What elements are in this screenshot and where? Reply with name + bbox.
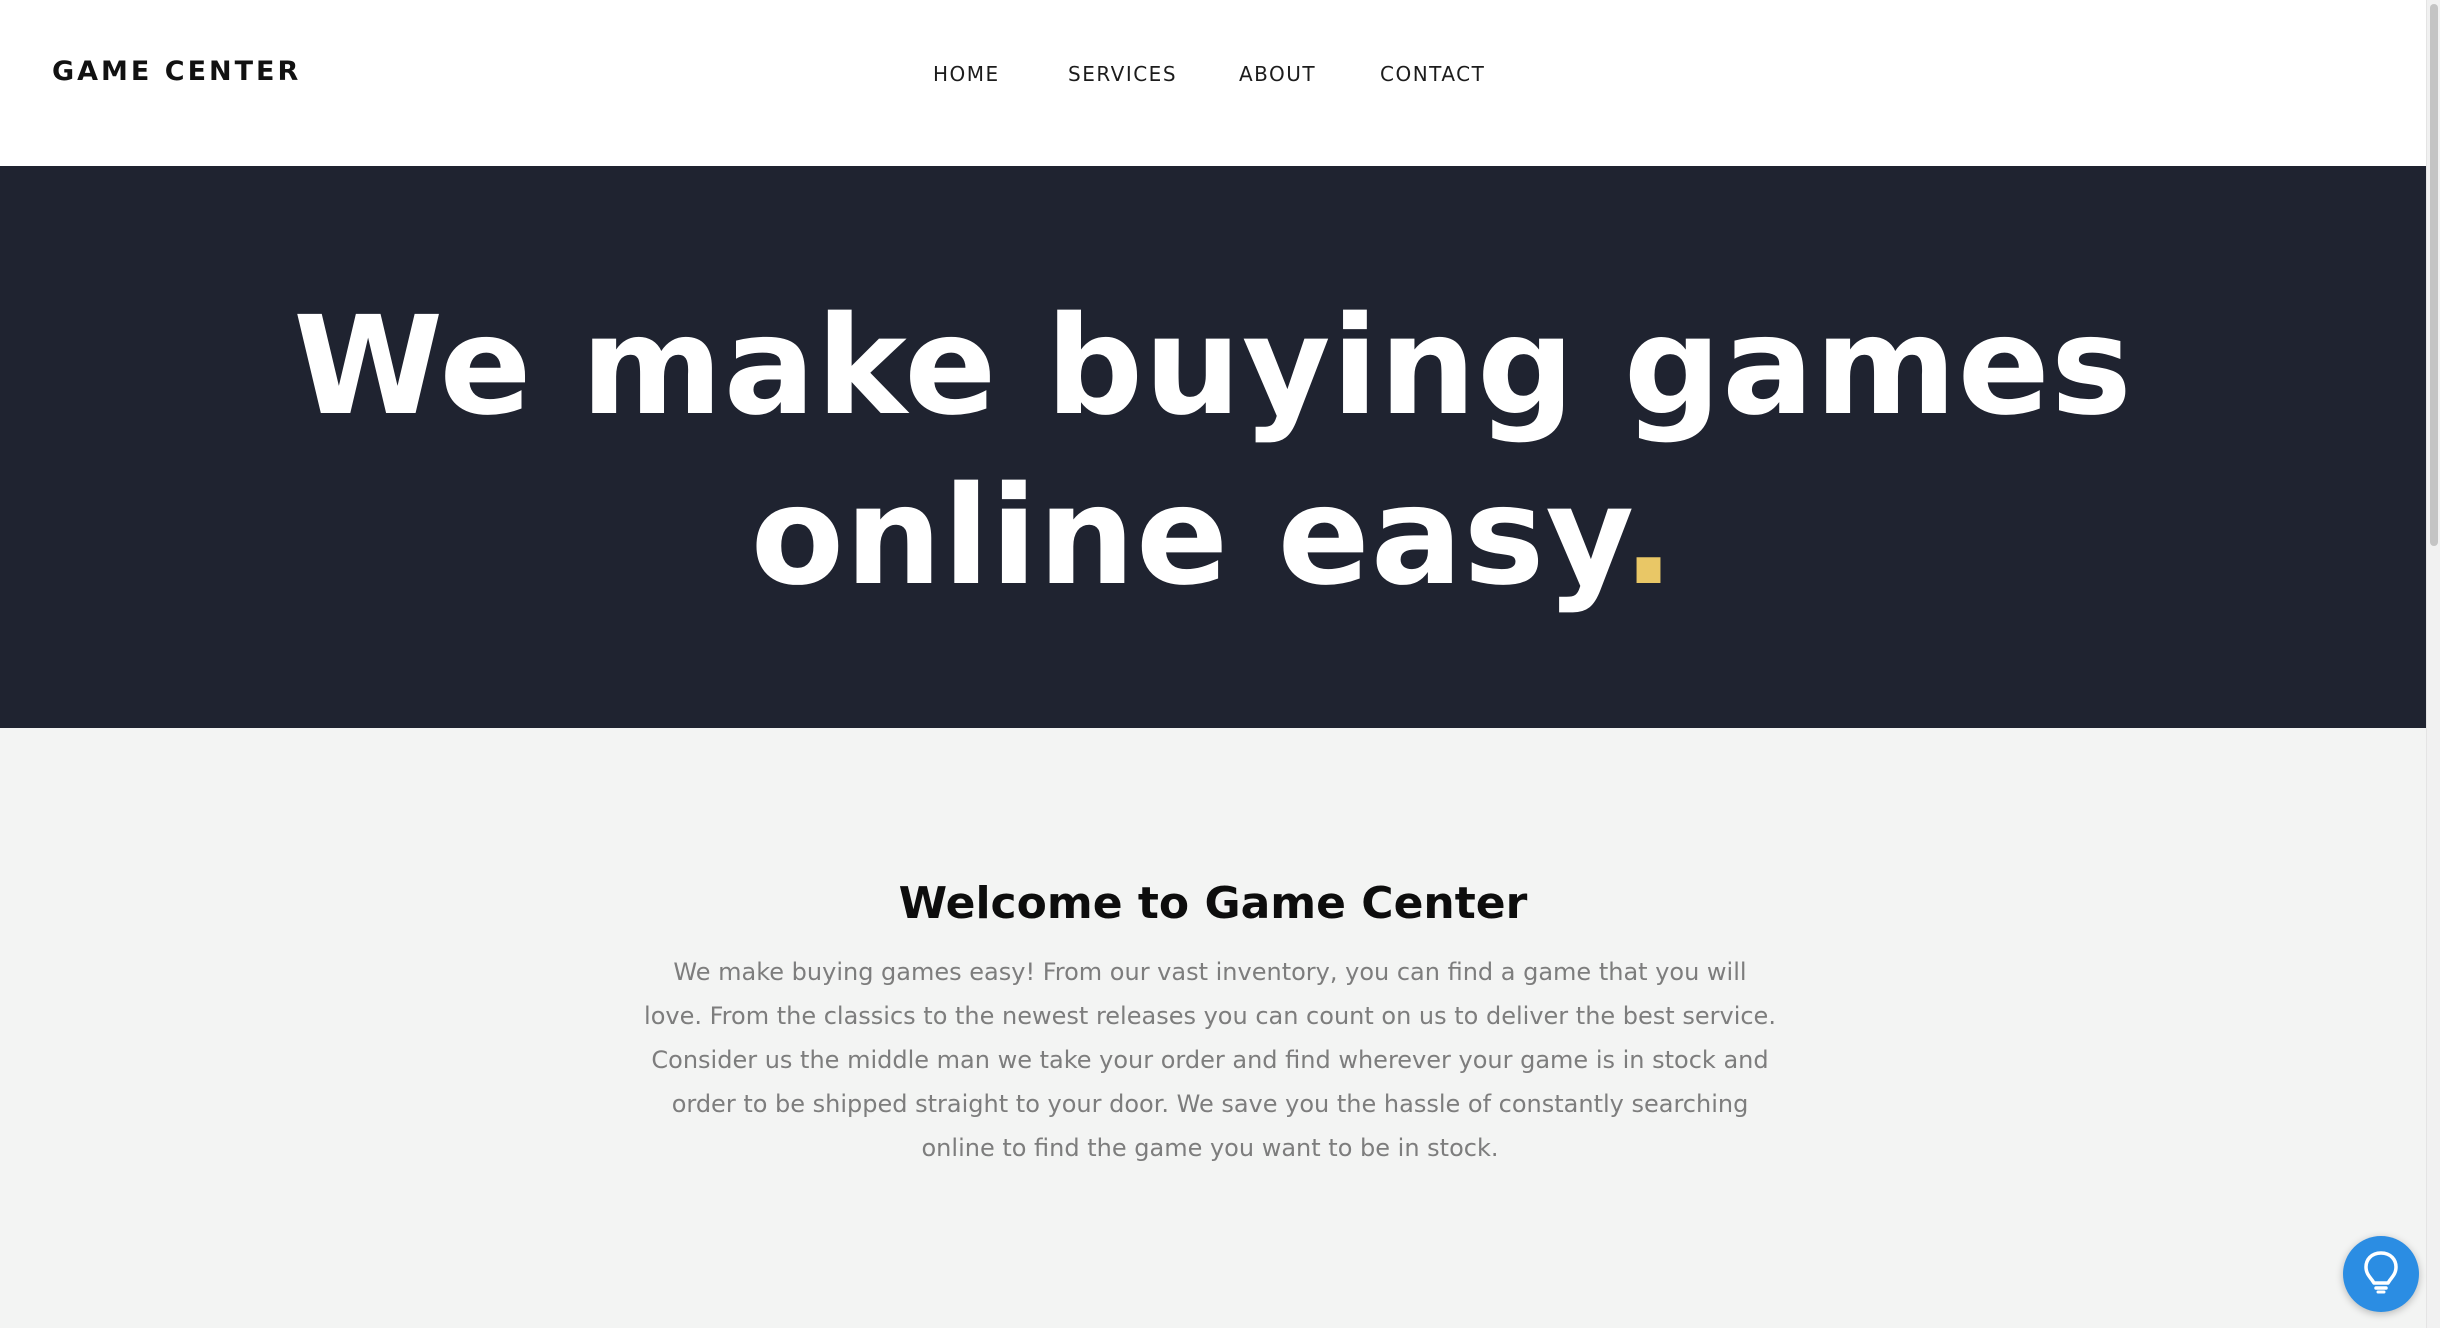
- welcome-description: We make buying games easy! From our vast…: [644, 958, 1776, 1162]
- scrollbar-thumb[interactable]: [2430, 4, 2438, 546]
- welcome-title: Welcome to Game Center: [898, 878, 1528, 929]
- hero-title-line-2: online easy.: [0, 452, 2426, 622]
- nav-about[interactable]: ABOUT: [1239, 58, 1316, 90]
- hero-title-line-1: We make buying games: [293, 288, 2133, 446]
- welcome-section: Welcome to Game Center We make buying ga…: [0, 728, 2426, 1328]
- help-chat-button[interactable]: [2343, 1236, 2419, 1312]
- hero-accent-dot: .: [1622, 458, 1676, 616]
- nav-home[interactable]: HOME: [933, 58, 1000, 90]
- page: GAME CENTER HOME SERVICES ABOUT CONTACT …: [0, 0, 2440, 1328]
- page-scrollbar[interactable]: [2426, 0, 2440, 1328]
- nav-services[interactable]: SERVICES: [1068, 58, 1177, 90]
- hero-section: We make buying games online easy.: [0, 166, 2426, 728]
- brand-logo[interactable]: GAME CENTER: [52, 52, 301, 92]
- hero-title: We make buying games online easy.: [0, 282, 2426, 622]
- site-header: GAME CENTER HOME SERVICES ABOUT CONTACT: [0, 0, 2426, 166]
- hero-title-line-2-text: online easy: [750, 458, 1623, 616]
- lightbulb-icon: [2361, 1249, 2401, 1300]
- nav-contact[interactable]: CONTACT: [1380, 58, 1485, 90]
